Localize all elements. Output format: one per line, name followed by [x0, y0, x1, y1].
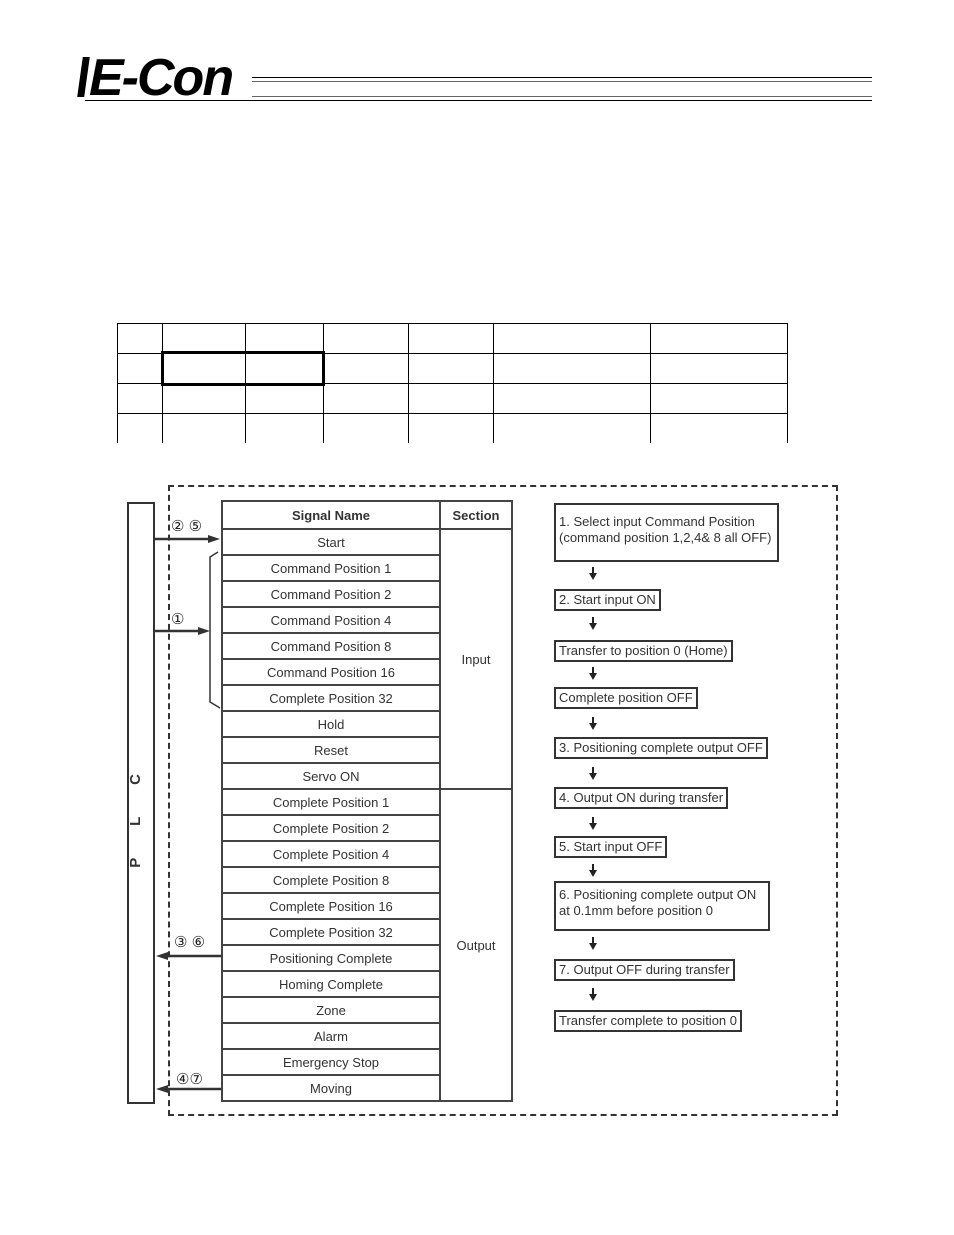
- empty-table-cell: [117, 383, 163, 414]
- flow-step: Complete position OFF: [554, 687, 698, 709]
- empty-table-cell: [245, 413, 324, 443]
- section-output: Output: [439, 788, 513, 1102]
- empty-table-cell: [493, 353, 651, 384]
- flow-step: 4. Output ON during transfer: [554, 787, 729, 809]
- signal-name: Complete Position 16: [221, 892, 441, 920]
- signal-name: Complete Position 8: [221, 866, 441, 894]
- signal-name: Reset: [221, 736, 441, 764]
- header-rule: [252, 96, 872, 97]
- signal-name: Complete Position 4: [221, 840, 441, 868]
- empty-table-cell: [493, 413, 651, 443]
- positioning-arrow-head: [156, 952, 168, 960]
- empty-table-cell: [162, 383, 246, 414]
- signal-name: Positioning Complete: [221, 944, 441, 972]
- signal-name: Hold: [221, 710, 441, 738]
- signal-arrows: [155, 535, 221, 1093]
- header-section: Section: [439, 500, 513, 530]
- signal-name: Start: [221, 528, 441, 556]
- signal-table: Signal Name Section Start Input Command Po…: [221, 500, 513, 1102]
- empty-table-row: [117, 323, 788, 354]
- empty-table-cell: [650, 323, 788, 354]
- empty-table-row: [117, 383, 788, 414]
- header-signal-name: Signal Name: [221, 500, 441, 530]
- highlighted-cell-range: [161, 351, 325, 386]
- logo-text: E-Con: [89, 49, 234, 107]
- signal-name: Complete Position 2: [221, 814, 441, 842]
- flow-step: 6. Positioning complete output ON at 0.1…: [554, 881, 771, 931]
- signal-name: Complete Position 32: [221, 918, 441, 946]
- empty-table-cell: [323, 383, 409, 414]
- empty-table-cell: [162, 413, 246, 443]
- empty-table-cell: [117, 413, 163, 443]
- empty-table-cell: [493, 383, 651, 414]
- empty-table-row: [117, 413, 788, 443]
- signal-name: Zone: [221, 996, 441, 1024]
- flow-step: 2. Start input ON: [554, 589, 661, 611]
- flow-step: 5. Start input OFF: [554, 836, 668, 858]
- flow-step: 3. Positioning complete output OFF: [554, 737, 768, 759]
- section-input: Input: [439, 528, 513, 790]
- empty-table-cell: [117, 323, 163, 354]
- flow-step: Transfer complete to position 0: [554, 1010, 742, 1032]
- marker-positioning: ③ ⑥: [174, 934, 206, 951]
- marker-command: ①: [171, 611, 185, 628]
- empty-table-cell: [162, 323, 246, 354]
- start-arrow-head: [208, 535, 220, 543]
- signal-name: Moving: [221, 1074, 441, 1102]
- signal-name: Alarm: [221, 1022, 441, 1050]
- logo-bar-icon: [77, 57, 90, 97]
- empty-table-cell: [408, 413, 494, 443]
- marker-moving: ④⑦: [176, 1071, 203, 1088]
- empty-table-cell: [245, 383, 324, 414]
- signal-name: Command Position 4: [221, 606, 441, 634]
- e-con-logo: E-Con: [77, 49, 234, 107]
- signal-row: Complete Position 1 Output: [221, 788, 513, 1102]
- header-rule: [252, 77, 872, 78]
- signal-name: Emergency Stop: [221, 1048, 441, 1076]
- signal-name: Complete Position 1: [221, 788, 441, 816]
- command-brace: [209, 551, 221, 709]
- flow-step: 1. Select input Command Position (comman…: [554, 503, 780, 562]
- empty-table-cell: [323, 413, 409, 443]
- command-arrow-head: [198, 627, 210, 635]
- moving-arrow-head: [156, 1085, 168, 1093]
- signal-name: Command Position 16: [221, 658, 441, 686]
- empty-table-cell: [650, 353, 788, 384]
- empty-table-cell: [323, 353, 409, 384]
- empty-table-cell: [650, 413, 788, 443]
- header-rule: [85, 100, 872, 101]
- empty-table-cell: [117, 353, 163, 384]
- signal-row: Start Input: [221, 528, 513, 790]
- empty-table-cell: [245, 323, 324, 354]
- empty-table-cell: [408, 323, 494, 354]
- empty-table-cell: [408, 353, 494, 384]
- marker-start: ② ⑤: [171, 518, 203, 535]
- signal-name: Complete Position 32: [221, 684, 441, 712]
- signal-name: Command Position 8: [221, 632, 441, 660]
- signal-name: Homing Complete: [221, 970, 441, 998]
- signal-name: Command Position 1: [221, 554, 441, 582]
- empty-table-cell: [493, 323, 651, 354]
- flow-step: Transfer to position 0 (Home): [554, 640, 733, 662]
- header-rule: [252, 81, 872, 82]
- empty-table-cell: [650, 383, 788, 414]
- signal-name: Servo ON: [221, 762, 441, 790]
- signal-name: Command Position 2: [221, 580, 441, 608]
- empty-table-cell: [323, 323, 409, 354]
- empty-table-cell: [408, 383, 494, 414]
- flow-step: 7. Output OFF during transfer: [554, 959, 735, 981]
